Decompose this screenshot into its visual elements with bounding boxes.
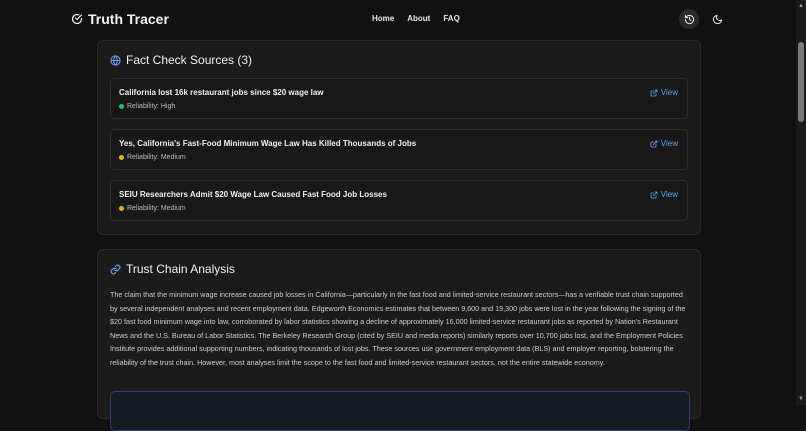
view-link[interactable]: View xyxy=(650,139,678,148)
reliability: Reliability: Medium xyxy=(119,205,186,212)
moon-icon xyxy=(712,14,722,24)
reliability-label: Reliability: Medium xyxy=(127,205,186,212)
nav-home[interactable]: Home xyxy=(372,14,394,23)
sub-panel xyxy=(110,391,690,431)
sources-title: Fact Check Sources (3) xyxy=(126,53,253,67)
globe-icon xyxy=(110,54,121,66)
source-item: SEIU Researchers Admit $20 Wage Law Caus… xyxy=(110,180,688,221)
reliability-dot xyxy=(119,155,124,160)
reliability-label: Reliability: Medium xyxy=(127,154,186,161)
source-item: California lost 16k restaurant jobs sinc… xyxy=(110,78,688,119)
source-item: Yes, California's Fast-Food Minimum Wage… xyxy=(110,129,688,170)
scrollbar-thumb[interactable] xyxy=(798,42,804,122)
reliability-label: Reliability: High xyxy=(127,103,176,110)
external-link-icon xyxy=(650,89,658,96)
external-link-icon xyxy=(650,140,658,147)
theme-toggle-button[interactable] xyxy=(707,9,727,29)
reliability: Reliability: High xyxy=(119,103,175,110)
scroll-up-icon[interactable]: ▲ xyxy=(797,2,805,10)
trust-chain-heading: Trust Chain Analysis xyxy=(110,262,235,276)
app-name: Truth Tracer xyxy=(88,11,169,27)
trust-chain-text: The claim that the minimum wage increase… xyxy=(110,290,686,367)
navbar: Truth Tracer Home About FAQ xyxy=(0,0,796,38)
nav-about[interactable]: About xyxy=(407,14,430,23)
fact-check-sources-card: Fact Check Sources (3) California lost 1… xyxy=(97,40,701,235)
history-icon xyxy=(684,14,694,24)
source-title: Yes, California's Fast-Food Minimum Wage… xyxy=(119,139,417,148)
scroll-down-icon[interactable]: ▼ xyxy=(797,395,805,403)
history-button[interactable] xyxy=(679,9,699,29)
check-circle-icon xyxy=(71,13,83,25)
source-title: SEIU Researchers Admit $20 Wage Law Caus… xyxy=(119,190,387,199)
reliability-dot xyxy=(119,206,124,211)
nav-links: Home About FAQ xyxy=(372,14,460,23)
scrollbar[interactable]: ▲ ▼ xyxy=(796,0,806,405)
source-title: California lost 16k restaurant jobs sinc… xyxy=(119,88,324,97)
sources-heading: Fact Check Sources (3) xyxy=(110,53,252,67)
trust-chain-title: Trust Chain Analysis xyxy=(126,262,235,276)
view-label: View xyxy=(660,88,678,97)
trust-chain-card: Trust Chain Analysis The claim that the … xyxy=(97,249,701,431)
view-label: View xyxy=(660,139,678,148)
reliability: Reliability: Medium xyxy=(119,154,186,161)
nav-faq[interactable]: FAQ xyxy=(443,14,459,23)
view-link[interactable]: View xyxy=(650,88,678,97)
external-link-icon xyxy=(650,191,658,198)
reliability-dot xyxy=(119,104,124,109)
brand[interactable]: Truth Tracer xyxy=(71,11,169,27)
view-link[interactable]: View xyxy=(650,190,678,199)
view-label: View xyxy=(660,190,678,199)
link-icon xyxy=(110,264,121,274)
